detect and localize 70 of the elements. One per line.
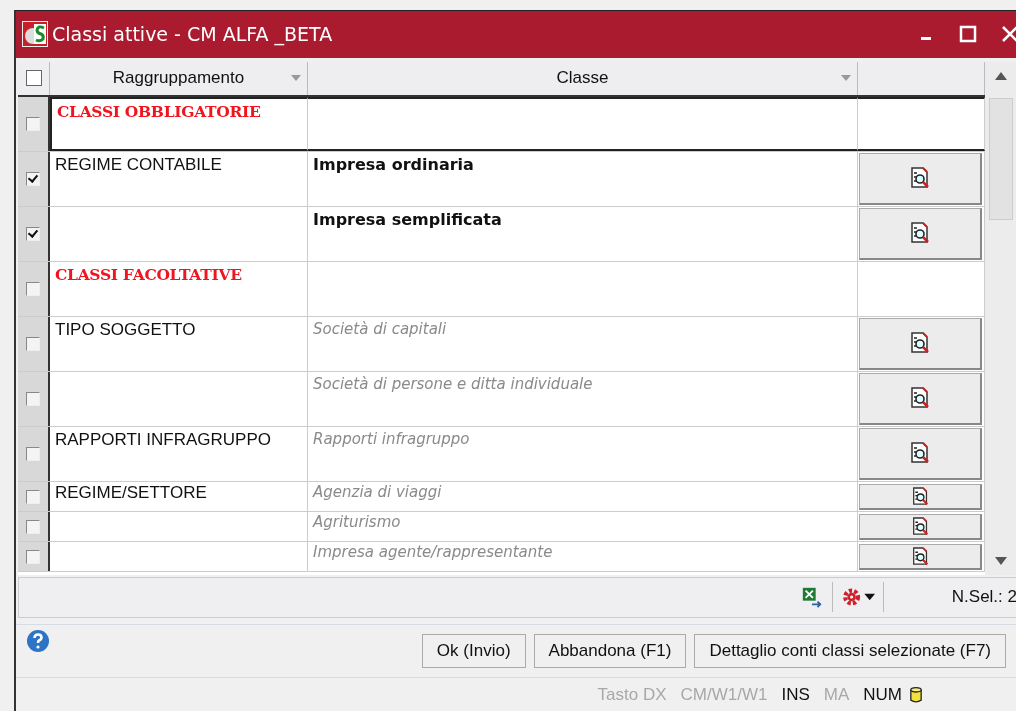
scroll-down-icon[interactable] <box>994 556 1007 565</box>
table-row[interactable]: RAPPORTI INFRAGRUPPO Rapporti infragruppo <box>18 426 985 482</box>
table-row[interactable]: Impresa agente/rappresentante <box>18 541 985 572</box>
table-row[interactable]: Impresa semplificata <box>18 206 985 262</box>
database-icon <box>910 686 922 705</box>
row-checkbox[interactable] <box>26 336 40 351</box>
dialog-button[interactable]: Ok (Invio) <box>421 634 526 669</box>
group-label: RAPPORTI INFRAGRUPPO <box>55 429 271 450</box>
row-checkbox[interactable] <box>26 489 40 504</box>
dialog-button[interactable]: Abbandona (F1) <box>533 634 687 669</box>
status-indicator: CM/W1/W1 <box>680 685 768 706</box>
maximize-icon[interactable] <box>958 24 978 45</box>
column-header[interactable]: Classe <box>308 61 858 95</box>
class-label: Impresa agente/rappresentante <box>313 542 553 561</box>
row-checkbox[interactable] <box>26 226 40 241</box>
document-magnifier-icon <box>910 387 930 410</box>
table-row[interactable]: REGIME CONTABILE Impresa ordinaria <box>18 151 985 207</box>
detail-button[interactable] <box>859 513 982 540</box>
dialog-button[interactable]: Dettaglio conti classi selezionate (F7) <box>694 634 1006 669</box>
table-row[interactable]: Società di persone e ditta individuale <box>18 371 985 427</box>
help-icon[interactable] <box>26 629 50 654</box>
group-label: TIPO SOGGETTO <box>55 319 196 340</box>
row-checkbox[interactable] <box>26 519 40 534</box>
document-magnifier-icon <box>910 167 930 190</box>
selection-count: N.Sel.: 2 <box>951 587 1016 608</box>
table-row[interactable]: CLASSI FACOLTATIVE <box>18 261 985 317</box>
table-row[interactable]: REGIME/SETTORE Agenzia di viaggi <box>18 481 985 512</box>
status-indicator: Tasto DX <box>597 685 667 706</box>
detail-button[interactable] <box>859 152 982 205</box>
row-checkbox[interactable] <box>26 549 40 564</box>
row-checkbox[interactable] <box>26 391 40 406</box>
class-label: Impresa semplificata <box>313 209 502 229</box>
detail-button[interactable] <box>859 207 982 260</box>
row-checkbox[interactable] <box>26 116 40 131</box>
row-checkbox[interactable] <box>26 171 40 186</box>
detail-button[interactable] <box>859 427 982 480</box>
detail-button[interactable] <box>859 372 982 425</box>
document-magnifier-icon <box>911 516 929 536</box>
class-label: Agriturismo <box>313 512 401 531</box>
status-indicator: MA <box>823 685 850 706</box>
row-checkbox[interactable] <box>26 281 40 296</box>
table-row[interactable]: Agriturismo <box>18 511 985 542</box>
document-magnifier-icon <box>911 486 929 506</box>
group-label: CLASSI FACOLTATIVE <box>55 264 242 284</box>
document-magnifier-icon <box>910 222 930 245</box>
document-magnifier-icon <box>910 332 930 355</box>
class-label: Agenzia di viaggi <box>313 482 442 501</box>
status-indicator: NUM <box>863 685 902 706</box>
document-magnifier-icon <box>910 442 930 465</box>
class-label: Impresa ordinaria <box>313 154 474 174</box>
detail-button[interactable] <box>859 543 982 570</box>
detail-button[interactable] <box>859 483 982 510</box>
group-label: REGIME/SETTORE <box>55 482 207 503</box>
status-indicator: INS <box>781 685 810 706</box>
window-title: Classi attive - CM ALFA _BETA <box>52 23 333 46</box>
detail-button[interactable] <box>859 317 982 370</box>
document-magnifier-icon <box>911 546 929 566</box>
column-header[interactable]: Raggruppamento <box>50 61 308 95</box>
class-label: Società di persone e ditta individuale <box>313 374 593 393</box>
class-label: Rapporti infragruppo <box>313 429 470 448</box>
table-row[interactable]: TIPO SOGGETTO Società di capitali <box>18 316 985 372</box>
app-logo-icon <box>22 21 48 48</box>
select-all-checkbox[interactable] <box>25 70 42 87</box>
class-label: Società di capitali <box>313 319 447 338</box>
vertical-scrollbar[interactable] <box>985 61 1016 575</box>
scroll-up-icon[interactable] <box>994 71 1007 80</box>
group-label: REGIME CONTABILE <box>55 154 222 175</box>
row-checkbox[interactable] <box>26 446 40 461</box>
scrollbar-thumb[interactable] <box>988 97 1013 220</box>
group-label: CLASSI OBBLIGATORIE <box>57 101 261 121</box>
